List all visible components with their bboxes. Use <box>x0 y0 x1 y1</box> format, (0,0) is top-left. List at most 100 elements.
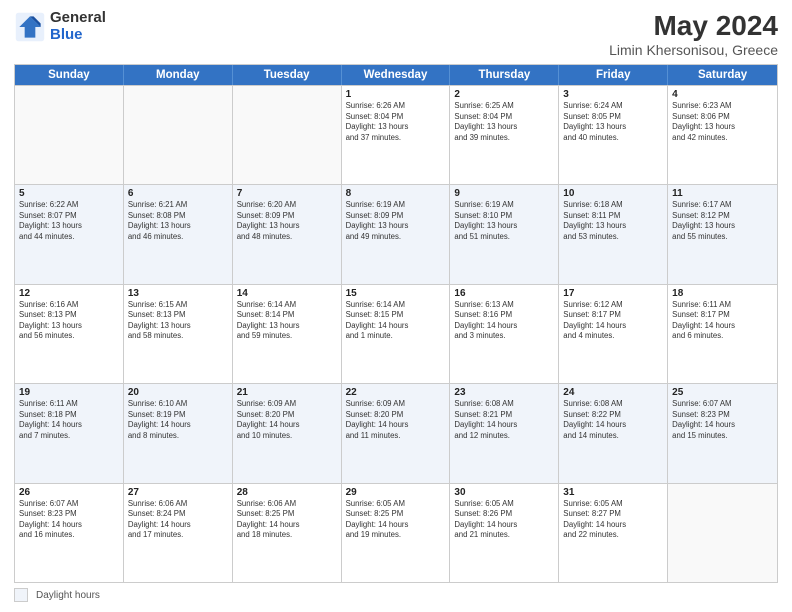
day-number: 10 <box>563 188 663 199</box>
day-number: 8 <box>346 188 446 199</box>
cal-header-sunday: Sunday <box>15 65 124 85</box>
cal-cell: 28Sunrise: 6:06 AMSunset: 8:25 PMDayligh… <box>233 484 342 582</box>
day-number: 17 <box>563 288 663 299</box>
cal-cell: 21Sunrise: 6:09 AMSunset: 8:20 PMDayligh… <box>233 384 342 482</box>
day-number: 14 <box>237 288 337 299</box>
day-info: Sunrise: 6:16 AMSunset: 8:13 PMDaylight:… <box>19 300 119 342</box>
cal-cell: 22Sunrise: 6:09 AMSunset: 8:20 PMDayligh… <box>342 384 451 482</box>
cal-cell: 24Sunrise: 6:08 AMSunset: 8:22 PMDayligh… <box>559 384 668 482</box>
day-info: Sunrise: 6:06 AMSunset: 8:24 PMDaylight:… <box>128 499 228 541</box>
cal-cell: 20Sunrise: 6:10 AMSunset: 8:19 PMDayligh… <box>124 384 233 482</box>
day-number: 5 <box>19 188 119 199</box>
day-info: Sunrise: 6:24 AMSunset: 8:05 PMDaylight:… <box>563 101 663 143</box>
logo-icon <box>14 11 46 43</box>
day-number: 23 <box>454 387 554 398</box>
footer-legend-box <box>14 588 28 602</box>
cal-cell <box>233 86 342 184</box>
day-number: 22 <box>346 387 446 398</box>
cal-cell: 17Sunrise: 6:12 AMSunset: 8:17 PMDayligh… <box>559 285 668 383</box>
day-info: Sunrise: 6:18 AMSunset: 8:11 PMDaylight:… <box>563 200 663 242</box>
day-number: 15 <box>346 288 446 299</box>
day-info: Sunrise: 6:15 AMSunset: 8:13 PMDaylight:… <box>128 300 228 342</box>
cal-cell: 11Sunrise: 6:17 AMSunset: 8:12 PMDayligh… <box>668 185 777 283</box>
day-info: Sunrise: 6:13 AMSunset: 8:16 PMDaylight:… <box>454 300 554 342</box>
cal-cell: 18Sunrise: 6:11 AMSunset: 8:17 PMDayligh… <box>668 285 777 383</box>
day-info: Sunrise: 6:14 AMSunset: 8:15 PMDaylight:… <box>346 300 446 342</box>
cal-cell: 3Sunrise: 6:24 AMSunset: 8:05 PMDaylight… <box>559 86 668 184</box>
cal-week-3: 19Sunrise: 6:11 AMSunset: 8:18 PMDayligh… <box>15 383 777 482</box>
logo: General Blue <box>14 10 106 43</box>
subtitle: Limin Khersonisou, Greece <box>609 42 778 58</box>
day-number: 27 <box>128 487 228 498</box>
day-info: Sunrise: 6:06 AMSunset: 8:25 PMDaylight:… <box>237 499 337 541</box>
cal-week-2: 12Sunrise: 6:16 AMSunset: 8:13 PMDayligh… <box>15 284 777 383</box>
footer-legend-label: Daylight hours <box>36 590 100 601</box>
logo-general: General <box>50 10 106 27</box>
day-info: Sunrise: 6:07 AMSunset: 8:23 PMDaylight:… <box>672 399 773 441</box>
cal-cell <box>124 86 233 184</box>
cal-cell: 7Sunrise: 6:20 AMSunset: 8:09 PMDaylight… <box>233 185 342 283</box>
cal-cell: 29Sunrise: 6:05 AMSunset: 8:25 PMDayligh… <box>342 484 451 582</box>
cal-week-4: 26Sunrise: 6:07 AMSunset: 8:23 PMDayligh… <box>15 483 777 582</box>
cal-cell: 23Sunrise: 6:08 AMSunset: 8:21 PMDayligh… <box>450 384 559 482</box>
day-info: Sunrise: 6:14 AMSunset: 8:14 PMDaylight:… <box>237 300 337 342</box>
day-number: 25 <box>672 387 773 398</box>
day-info: Sunrise: 6:09 AMSunset: 8:20 PMDaylight:… <box>346 399 446 441</box>
cal-cell: 12Sunrise: 6:16 AMSunset: 8:13 PMDayligh… <box>15 285 124 383</box>
day-number: 13 <box>128 288 228 299</box>
cal-header-monday: Monday <box>124 65 233 85</box>
cal-cell: 1Sunrise: 6:26 AMSunset: 8:04 PMDaylight… <box>342 86 451 184</box>
main-title: May 2024 <box>609 10 778 42</box>
day-number: 30 <box>454 487 554 498</box>
cal-cell: 2Sunrise: 6:25 AMSunset: 8:04 PMDaylight… <box>450 86 559 184</box>
cal-header-tuesday: Tuesday <box>233 65 342 85</box>
day-number: 3 <box>563 89 663 100</box>
day-info: Sunrise: 6:08 AMSunset: 8:22 PMDaylight:… <box>563 399 663 441</box>
day-number: 28 <box>237 487 337 498</box>
footer: Daylight hours <box>14 588 778 602</box>
cal-cell: 19Sunrise: 6:11 AMSunset: 8:18 PMDayligh… <box>15 384 124 482</box>
day-number: 24 <box>563 387 663 398</box>
cal-cell: 30Sunrise: 6:05 AMSunset: 8:26 PMDayligh… <box>450 484 559 582</box>
day-info: Sunrise: 6:05 AMSunset: 8:25 PMDaylight:… <box>346 499 446 541</box>
title-block: May 2024 Limin Khersonisou, Greece <box>609 10 778 58</box>
cal-cell: 27Sunrise: 6:06 AMSunset: 8:24 PMDayligh… <box>124 484 233 582</box>
day-number: 16 <box>454 288 554 299</box>
day-info: Sunrise: 6:07 AMSunset: 8:23 PMDaylight:… <box>19 499 119 541</box>
cal-header-thursday: Thursday <box>450 65 559 85</box>
calendar-body: 1Sunrise: 6:26 AMSunset: 8:04 PMDaylight… <box>15 85 777 582</box>
cal-cell: 16Sunrise: 6:13 AMSunset: 8:16 PMDayligh… <box>450 285 559 383</box>
cal-cell: 14Sunrise: 6:14 AMSunset: 8:14 PMDayligh… <box>233 285 342 383</box>
cal-cell <box>668 484 777 582</box>
day-number: 2 <box>454 89 554 100</box>
cal-cell: 5Sunrise: 6:22 AMSunset: 8:07 PMDaylight… <box>15 185 124 283</box>
cal-cell: 15Sunrise: 6:14 AMSunset: 8:15 PMDayligh… <box>342 285 451 383</box>
cal-cell: 8Sunrise: 6:19 AMSunset: 8:09 PMDaylight… <box>342 185 451 283</box>
day-info: Sunrise: 6:19 AMSunset: 8:09 PMDaylight:… <box>346 200 446 242</box>
cal-cell: 6Sunrise: 6:21 AMSunset: 8:08 PMDaylight… <box>124 185 233 283</box>
day-number: 20 <box>128 387 228 398</box>
day-info: Sunrise: 6:17 AMSunset: 8:12 PMDaylight:… <box>672 200 773 242</box>
day-info: Sunrise: 6:20 AMSunset: 8:09 PMDaylight:… <box>237 200 337 242</box>
logo-blue: Blue <box>50 27 106 44</box>
day-info: Sunrise: 6:11 AMSunset: 8:17 PMDaylight:… <box>672 300 773 342</box>
cal-header-friday: Friday <box>559 65 668 85</box>
day-info: Sunrise: 6:05 AMSunset: 8:26 PMDaylight:… <box>454 499 554 541</box>
day-number: 19 <box>19 387 119 398</box>
day-number: 6 <box>128 188 228 199</box>
cal-cell: 26Sunrise: 6:07 AMSunset: 8:23 PMDayligh… <box>15 484 124 582</box>
day-info: Sunrise: 6:12 AMSunset: 8:17 PMDaylight:… <box>563 300 663 342</box>
day-number: 1 <box>346 89 446 100</box>
day-number: 31 <box>563 487 663 498</box>
calendar: SundayMondayTuesdayWednesdayThursdayFrid… <box>14 64 778 583</box>
day-number: 11 <box>672 188 773 199</box>
day-info: Sunrise: 6:10 AMSunset: 8:19 PMDaylight:… <box>128 399 228 441</box>
day-number: 4 <box>672 89 773 100</box>
day-number: 18 <box>672 288 773 299</box>
day-number: 21 <box>237 387 337 398</box>
cal-cell: 31Sunrise: 6:05 AMSunset: 8:27 PMDayligh… <box>559 484 668 582</box>
day-info: Sunrise: 6:08 AMSunset: 8:21 PMDaylight:… <box>454 399 554 441</box>
day-info: Sunrise: 6:22 AMSunset: 8:07 PMDaylight:… <box>19 200 119 242</box>
cal-cell: 10Sunrise: 6:18 AMSunset: 8:11 PMDayligh… <box>559 185 668 283</box>
cal-cell: 4Sunrise: 6:23 AMSunset: 8:06 PMDaylight… <box>668 86 777 184</box>
